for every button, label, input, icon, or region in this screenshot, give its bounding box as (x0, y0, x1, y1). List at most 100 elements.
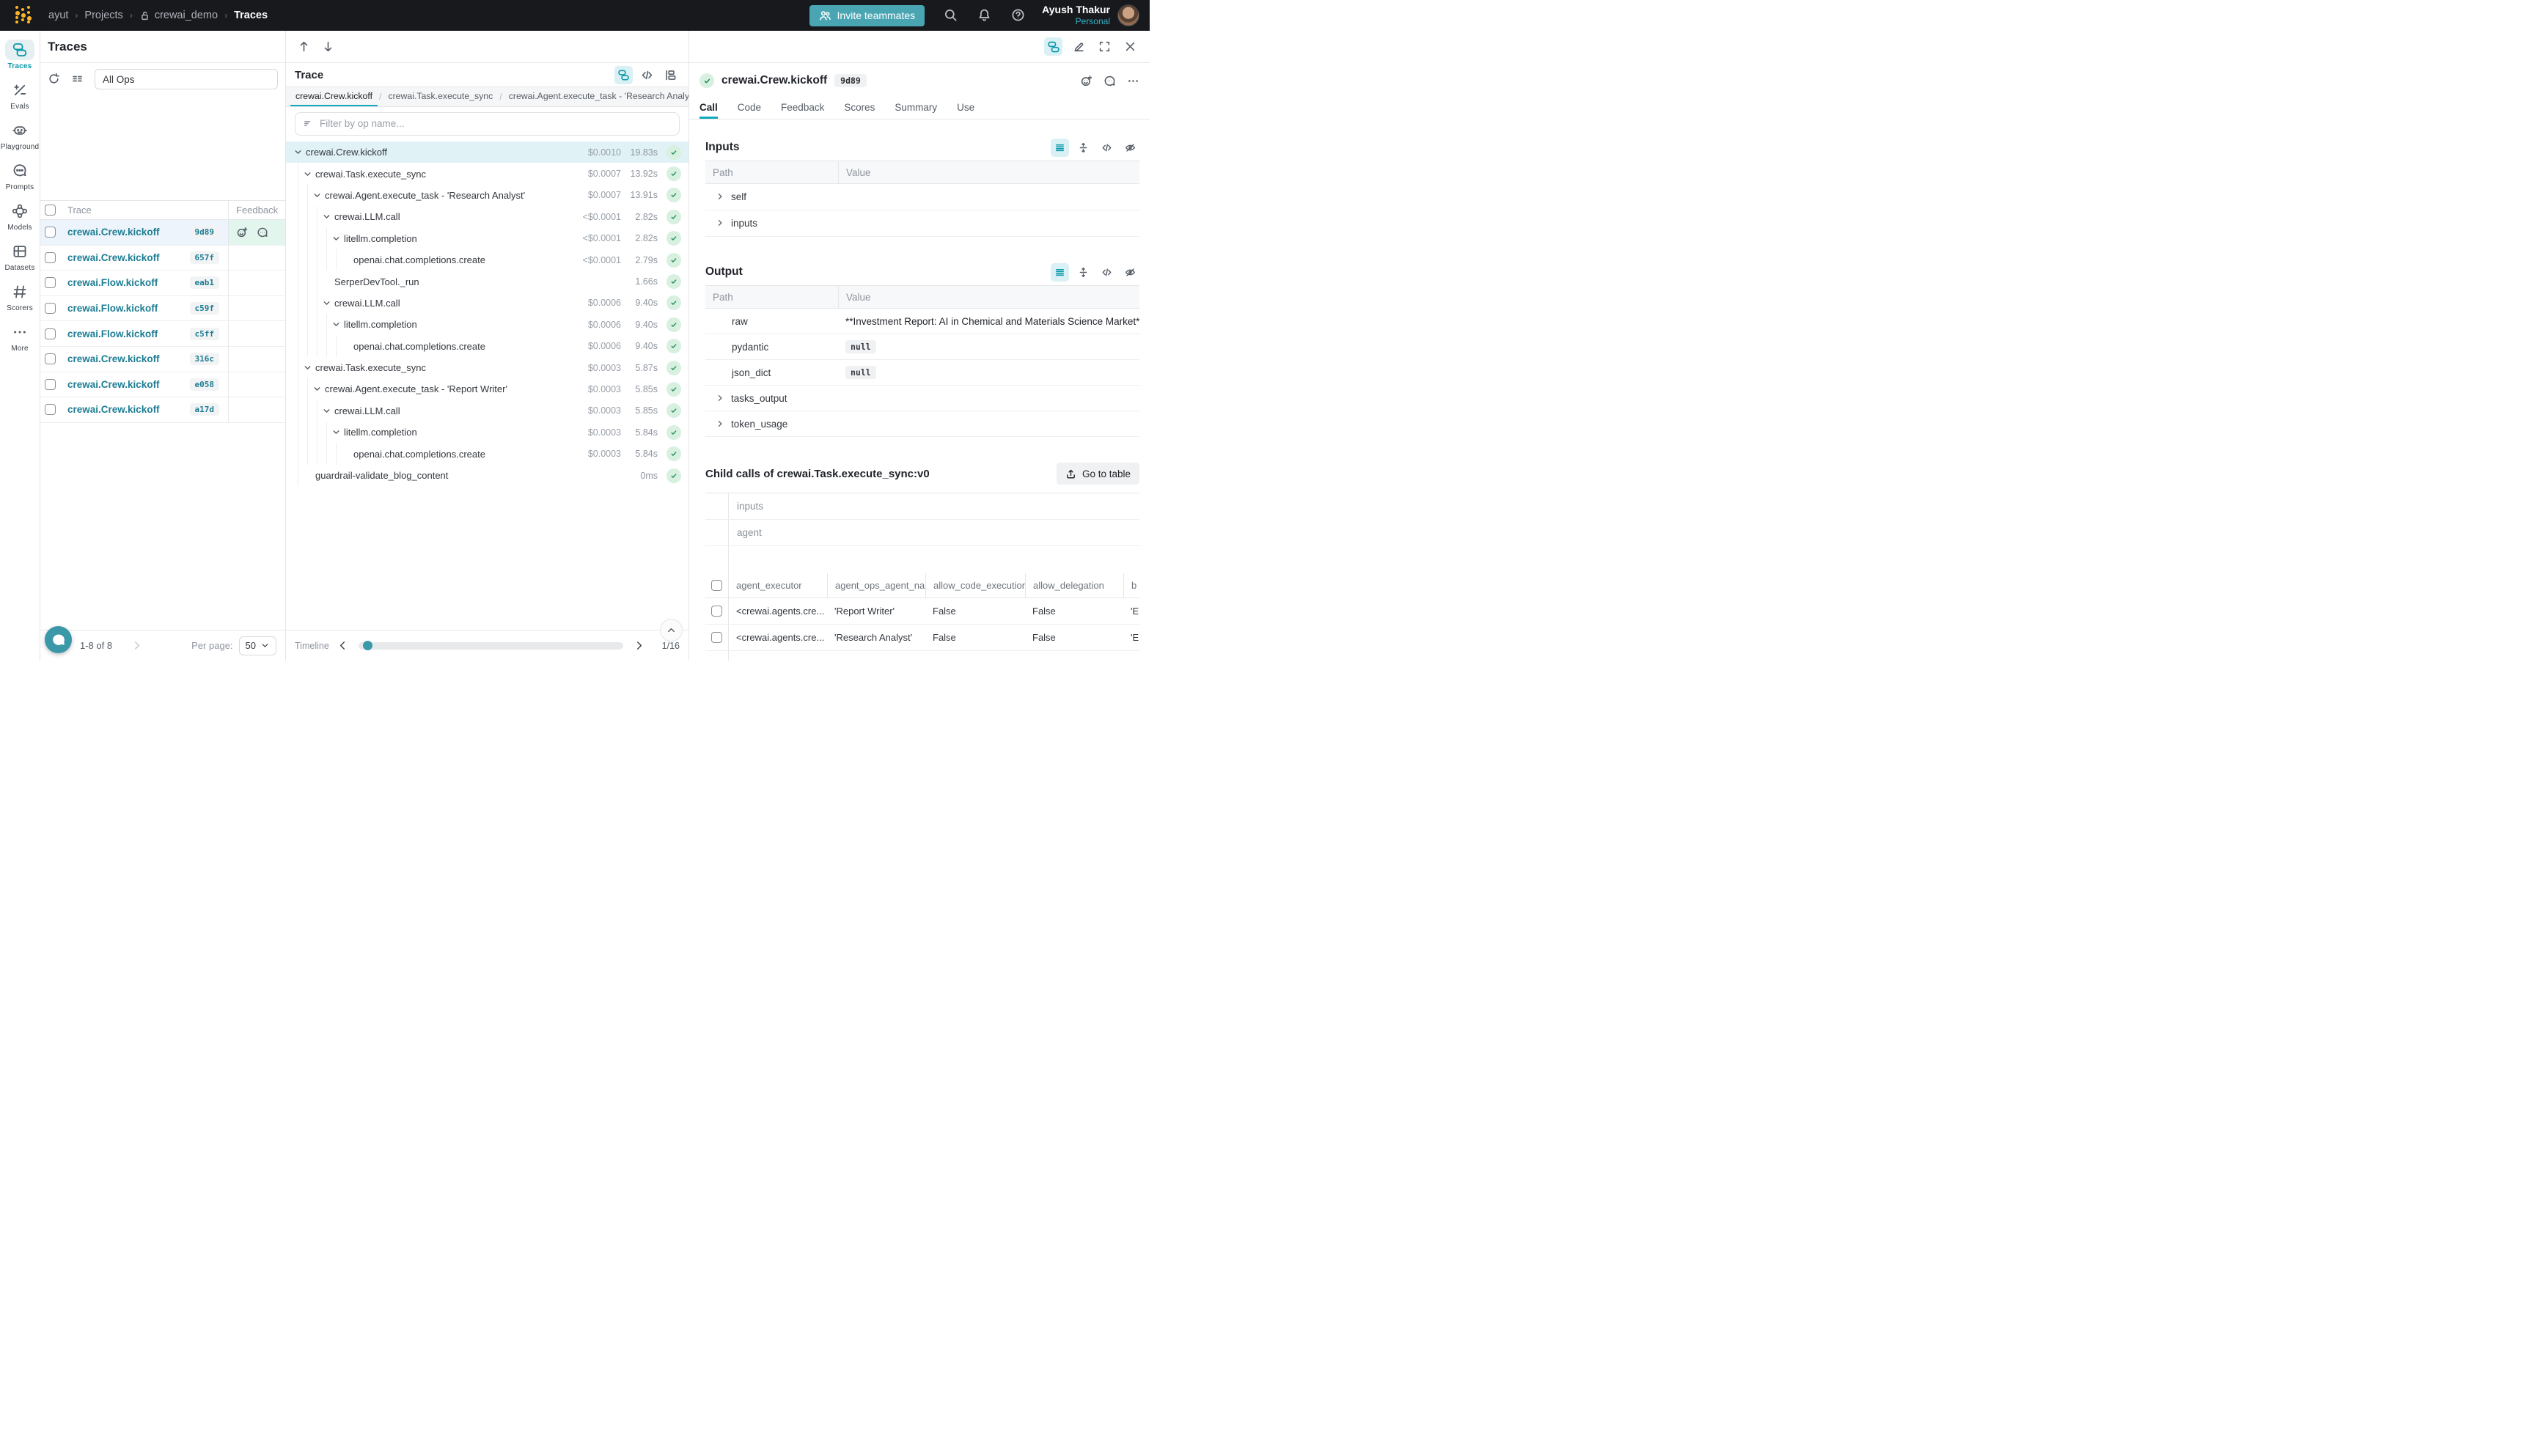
peek-tab[interactable]: crewai.Crew.kickoff (290, 87, 378, 106)
hide-values-icon[interactable] (1121, 139, 1139, 157)
span-tree-row[interactable]: litellm.completion$0.00069.40s (286, 314, 688, 335)
row-checkbox[interactable] (45, 328, 56, 339)
sidebar-item-models[interactable]: Models (1, 201, 38, 232)
refresh-icon[interactable] (48, 73, 61, 86)
sidebar-item-playground[interactable]: Playground (1, 120, 38, 151)
close-icon[interactable] (1121, 37, 1139, 56)
kv-row[interactable]: tasks_output (705, 386, 1139, 411)
trace-list-row[interactable]: crewai.Flow.kickoffc5ff (40, 321, 285, 347)
breadcrumb-page[interactable]: Traces (234, 10, 268, 21)
chevron-down-icon[interactable] (312, 384, 322, 394)
row-checkbox[interactable] (45, 353, 56, 364)
timeline-slider-handle[interactable] (363, 641, 372, 650)
ops-filter-dropdown[interactable]: All Ops (95, 69, 278, 89)
trace-name-link[interactable]: crewai.Flow.kickoff (67, 303, 158, 314)
support-chat-button[interactable] (45, 626, 72, 653)
row-checkbox[interactable] (45, 303, 56, 314)
op-name-filter-input[interactable] (320, 118, 672, 129)
span-tree-row[interactable]: crewai.Task.execute_sync$0.00035.87s (286, 357, 688, 378)
span-tree-row[interactable]: crewai.LLM.call<$0.00012.82s (286, 206, 688, 227)
list-view-icon[interactable] (1051, 139, 1069, 157)
collapse-timeline-button[interactable] (660, 619, 683, 641)
detail-tab-feedback[interactable]: Feedback (781, 98, 824, 119)
child-call-row[interactable]: <crewai.agents.cre...'Research Analyst'F… (705, 625, 1139, 651)
help-icon[interactable] (1011, 8, 1026, 23)
trace-list-row[interactable]: crewai.Crew.kickoffa17d (40, 397, 285, 423)
detail-tab-code[interactable]: Code (738, 98, 761, 119)
user-menu[interactable]: Ayush Thakur Personal (1042, 4, 1110, 28)
chevron-down-icon[interactable] (293, 147, 303, 157)
trace-name-link[interactable]: crewai.Crew.kickoff (67, 227, 160, 238)
breadcrumb-projects[interactable]: Projects (84, 10, 122, 21)
row-checkbox[interactable] (45, 277, 56, 288)
edit-icon[interactable] (1070, 37, 1088, 56)
trace-list-row[interactable]: crewai.Flow.kickoffc59f (40, 296, 285, 322)
code-view-icon[interactable] (1098, 139, 1116, 157)
expand-rows-icon[interactable] (1074, 139, 1092, 157)
sidebar-item-scorers[interactable]: Scorers (1, 282, 38, 312)
code-view-icon[interactable] (638, 66, 656, 84)
sidebar-item-datasets[interactable]: Datasets (1, 241, 38, 272)
breadcrumb-entity[interactable]: ayut (48, 10, 68, 21)
row-checkbox[interactable] (45, 252, 56, 263)
per-page-select[interactable]: 50 (239, 636, 276, 655)
sidebar-item-more[interactable]: More (1, 322, 38, 353)
sidebar-item-prompts[interactable]: Prompts (1, 161, 38, 191)
timeline-next-icon[interactable] (634, 640, 644, 651)
trace-list-row[interactable]: crewai.Crew.kickoff9d89 (40, 220, 285, 246)
chevron-right-icon[interactable] (716, 394, 725, 403)
more-menu-icon[interactable] (1127, 75, 1139, 87)
chevron-down-icon[interactable] (303, 169, 312, 179)
peek-tab[interactable]: crewai.Agent.execute_task - 'Research An… (504, 87, 688, 106)
trace-list-row[interactable]: crewai.Flow.kickoffeab1 (40, 271, 285, 296)
detail-tab-summary[interactable]: Summary (895, 98, 937, 119)
child-call-row[interactable]: <crewai.agents.cre...'Report Writer'Fals… (705, 598, 1139, 625)
span-tree-row[interactable]: crewai.Agent.execute_task - 'Report Writ… (286, 378, 688, 400)
kv-row[interactable]: pydanticnull (705, 334, 1139, 360)
wandb-logo-icon[interactable] (13, 5, 32, 26)
span-tree-row[interactable]: crewai.Task.execute_sync$0.000713.92s (286, 163, 688, 184)
select-all-checkbox[interactable] (711, 580, 722, 591)
chevron-down-icon[interactable] (331, 427, 341, 437)
trace-list-row[interactable]: crewai.Crew.kickoff657f (40, 246, 285, 271)
row-checkbox[interactable] (711, 606, 722, 617)
detail-tab-scores[interactable]: Scores (844, 98, 875, 119)
sidebar-item-traces[interactable]: Traces (1, 40, 38, 70)
span-tree-row[interactable]: crewai.Agent.execute_task - 'Research An… (286, 185, 688, 206)
add-reaction-icon[interactable] (1080, 75, 1092, 87)
hide-values-icon[interactable] (1121, 263, 1139, 282)
span-tree-row[interactable]: crewai.LLM.call$0.00069.40s (286, 293, 688, 314)
chevron-right-icon[interactable] (716, 218, 725, 228)
trace-name-link[interactable]: crewai.Flow.kickoff (67, 328, 158, 339)
expand-rows-icon[interactable] (1074, 263, 1092, 282)
trace-name-link[interactable]: crewai.Flow.kickoff (67, 277, 158, 288)
trace-list-row[interactable]: crewai.Crew.kickoff316c (40, 347, 285, 372)
arrow-up-icon[interactable] (298, 40, 310, 53)
span-tree-row[interactable]: crewai.LLM.call$0.00035.85s (286, 400, 688, 422)
arrow-down-icon[interactable] (322, 40, 334, 53)
chevron-down-icon[interactable] (312, 191, 322, 200)
column-settings-icon[interactable] (71, 73, 84, 86)
detail-tab-call[interactable]: Call (699, 98, 718, 119)
kv-row[interactable]: self (705, 184, 1139, 210)
chevron-down-icon[interactable] (303, 363, 312, 372)
flame-view-icon[interactable] (661, 66, 680, 84)
select-all-checkbox[interactable] (45, 205, 56, 216)
chevron-right-icon[interactable] (716, 419, 725, 429)
page-next-icon[interactable] (131, 640, 143, 652)
span-tree-row[interactable]: openai.chat.completions.create<$0.00012.… (286, 249, 688, 271)
avatar[interactable] (1117, 4, 1139, 26)
fullscreen-icon[interactable] (1095, 37, 1114, 56)
chevron-down-icon[interactable] (322, 298, 331, 308)
trace-name-link[interactable]: crewai.Crew.kickoff (67, 404, 160, 415)
call-id-badge[interactable]: 9d89 (834, 74, 867, 87)
code-view-icon[interactable] (1098, 263, 1116, 282)
kv-row[interactable]: json_dictnull (705, 360, 1139, 386)
chevron-down-icon[interactable] (322, 406, 331, 416)
trace-name-link[interactable]: crewai.Crew.kickoff (67, 379, 160, 390)
row-checkbox[interactable] (45, 379, 56, 390)
kv-row[interactable]: inputs (705, 210, 1139, 237)
span-tree-row[interactable]: openai.chat.completions.create$0.00035.8… (286, 443, 688, 464)
timeline-slider[interactable] (359, 642, 623, 650)
span-tree-row[interactable]: SerperDevTool._run1.66s (286, 271, 688, 292)
